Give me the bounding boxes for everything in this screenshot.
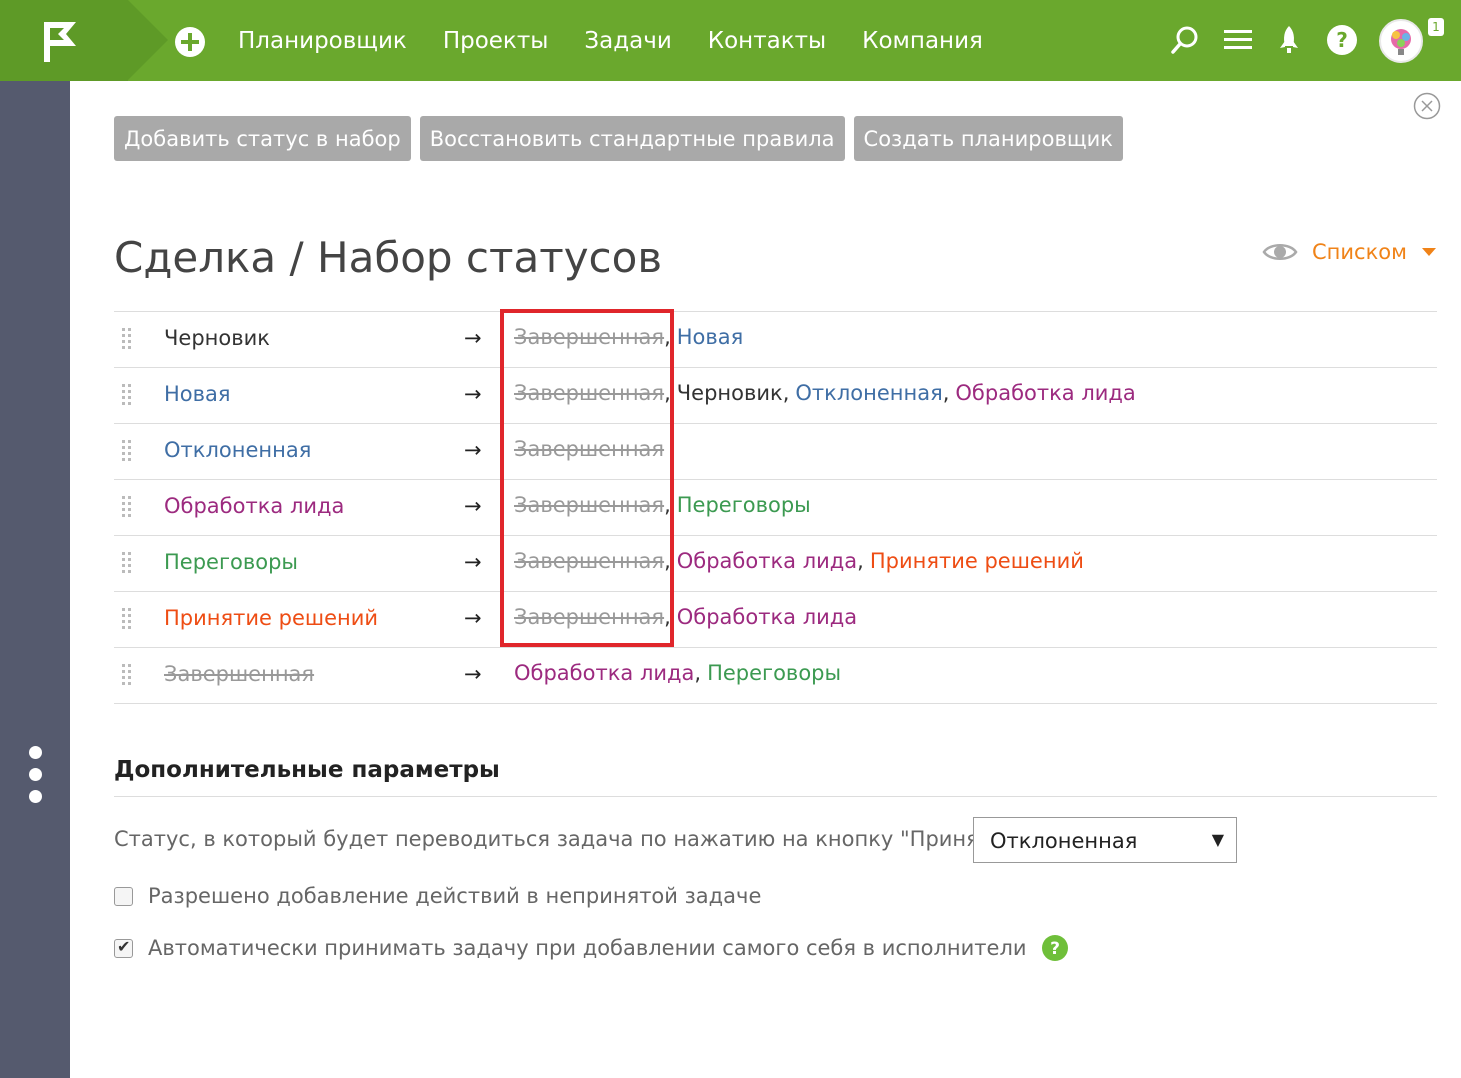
toolbar: Добавить статус в набор Восстановить ста… [114,116,1132,161]
auto-accept-label: Автоматически принимать задачу при добав… [148,936,1027,960]
accept-status-select[interactable]: Отклоненная ▼ [973,817,1237,863]
table-row: Переговоры → Завершенная, Обработка лида, Пр… [114,536,1437,592]
select-arrow-icon: ▼ [1211,830,1224,849]
from-status[interactable]: Обработка лида [164,494,344,518]
highlight-box [500,309,674,647]
hamburger-icon[interactable] [1222,24,1254,56]
arrow-right-icon: → [464,438,482,462]
from-status[interactable]: Новая [164,382,231,406]
flag-logo-icon[interactable] [40,20,80,64]
user-avatar[interactable] [1379,19,1423,63]
nav-company[interactable]: Компания [862,28,983,54]
table-row: Новая → Завершенная, Черновик, Отклоненная, О… [114,368,1437,424]
separator: , [857,549,864,573]
arrow-right-icon: → [464,326,482,350]
target-status[interactable]: Черновик [677,381,783,405]
table-row: Обработка лида → Завершенная, Переговоры [114,480,1437,536]
target-status[interactable]: Отклоненная [795,381,942,405]
arrow-right-icon: → [464,662,482,686]
accept-status-label: Статус, в который будет переводиться зад… [114,827,1021,851]
allow-actions-label: Разрешено добавление действий в непринят… [148,884,762,908]
arrow-right-icon: → [464,606,482,630]
svg-text:?: ? [1336,28,1348,52]
table-row: Завершенная → Обработка лида, Переговоры [114,648,1437,704]
create-planner-button[interactable]: Создать планировщик [853,116,1123,161]
allow-actions-row: Разрешено добавление действий в непринят… [114,884,761,908]
drag-handle-icon[interactable] [122,664,134,688]
help-icon[interactable]: ? [1041,934,1069,962]
nav-projects[interactable]: Проекты [443,28,549,54]
more-dots-icon[interactable] [27,746,43,804]
target-statuses: Обработка лида, Переговоры [514,661,841,685]
target-status[interactable]: Переговоры [677,493,811,517]
table-row: Принятие решений → Завершенная, Обработка л… [114,592,1437,648]
chevron-down-icon [1421,248,1436,256]
from-status[interactable]: Завершенная [164,662,314,686]
drag-handle-icon[interactable] [122,608,134,632]
status-transitions-table: Черновик → Завершенная, Новая Новая → Завершен… [114,311,1437,704]
eye-icon [1262,244,1298,260]
from-status[interactable]: Черновик [164,326,270,350]
table-row: Черновик → Завершенная, Новая [114,312,1437,368]
view-mode-label: Списком [1312,240,1407,264]
svg-text:?: ? [1050,939,1060,959]
target-status[interactable]: Переговоры [707,661,841,685]
separator: , [782,381,790,405]
page-title: Сделка / Набор статусов [114,233,663,282]
from-status[interactable]: Принятие решений [164,606,378,630]
target-status[interactable]: Обработка лида [955,381,1135,405]
auto-accept-row: Автоматически принимать задачу при добав… [114,934,1069,962]
restore-rules-button[interactable]: Восстановить стандартные правила [419,116,845,161]
drag-handle-icon[interactable] [122,384,134,408]
table-row: Отклоненная → Завершенная [114,424,1437,480]
target-status[interactable]: Обработка лида [677,549,857,573]
drag-handle-icon[interactable] [122,496,134,520]
target-status[interactable]: Обработка лида [514,661,694,685]
add-status-button[interactable]: Добавить статус в набор [114,116,411,161]
rocket-icon[interactable] [1273,24,1305,56]
arrow-right-icon: → [464,550,482,574]
drag-handle-icon[interactable] [122,552,134,576]
arrow-right-icon: → [464,494,482,518]
view-mode-dropdown[interactable]: Списком [1262,240,1436,264]
from-status[interactable]: Отклоненная [164,438,311,462]
accept-status-value: Отклоненная [990,829,1138,853]
nav-tasks[interactable]: Задачи [584,28,671,54]
target-status[interactable]: Новая [677,325,744,349]
section-divider [114,796,1437,797]
logo-arrow [128,0,168,80]
nav-planner[interactable]: Планировщик [238,28,407,54]
left-sidebar [0,81,70,1078]
from-status[interactable]: Переговоры [164,550,298,574]
help-icon[interactable]: ? [1326,24,1358,56]
notification-badge[interactable]: 1 [1428,18,1444,36]
separator: , [942,381,950,405]
close-icon[interactable] [1413,92,1441,120]
search-icon[interactable] [1169,24,1201,56]
arrow-right-icon: → [464,382,482,406]
drag-handle-icon[interactable] [122,440,134,464]
top-bar: Планировщик Проекты Задачи Контакты Комп… [0,0,1461,81]
drag-handle-icon[interactable] [122,328,134,352]
separator: , [694,661,702,685]
auto-accept-checkbox[interactable] [114,937,133,958]
section-title: Дополнительные параметры [114,757,500,783]
target-status[interactable]: Обработка лида [677,605,857,629]
plus-circle-icon[interactable] [174,26,206,58]
allow-actions-checkbox[interactable] [114,886,133,906]
target-status[interactable]: Принятие решений [870,549,1084,573]
main-nav: Планировщик Проекты Задачи Контакты Комп… [238,0,1019,81]
nav-contacts[interactable]: Контакты [708,28,826,54]
